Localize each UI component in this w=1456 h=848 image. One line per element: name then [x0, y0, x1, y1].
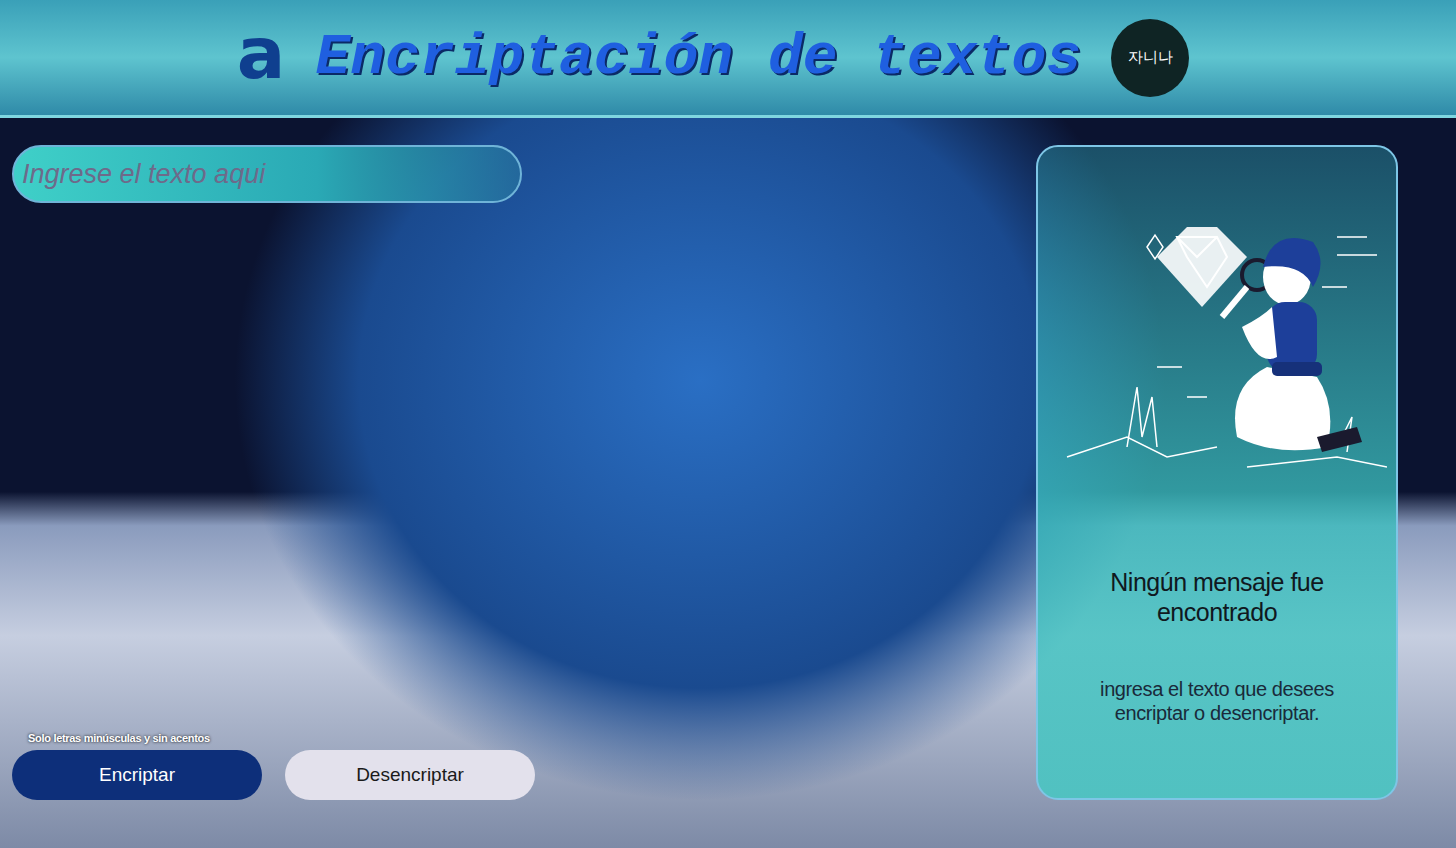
page: a Encriptación de textos 자니나 Solo letras…	[0, 0, 1456, 848]
avatar[interactable]: 자니나	[1111, 19, 1189, 97]
logo: a	[237, 17, 286, 89]
result-message: ingresa el texto que desees encriptar o …	[1092, 677, 1342, 725]
input-section: Solo letras minúsculas y sin acentos Enc…	[12, 145, 1012, 800]
header: a Encriptación de textos 자니나	[0, 0, 1456, 118]
button-row: Encriptar Desencriptar	[12, 750, 1012, 800]
secondary-button[interactable]: Desencriptar	[285, 750, 535, 800]
title: Encriptación de textos	[315, 25, 1081, 90]
hint: Solo letras minúsculas y sin acentos	[28, 732, 1012, 744]
main: Solo letras minúsculas y sin acentos Enc…	[0, 118, 1456, 848]
controls: Solo letras minúsculas y sin acentos Enc…	[12, 732, 1012, 800]
result-panel: Ningún mensaje fue encontrado ingresa el…	[1036, 145, 1398, 800]
text-input[interactable]	[12, 145, 522, 203]
search-illustration-icon	[1047, 207, 1387, 497]
avatar-text: 자니나	[1128, 48, 1173, 67]
primary-button[interactable]: Encriptar	[12, 750, 262, 800]
result-title: Ningún mensaje fue encontrado	[1102, 567, 1332, 627]
